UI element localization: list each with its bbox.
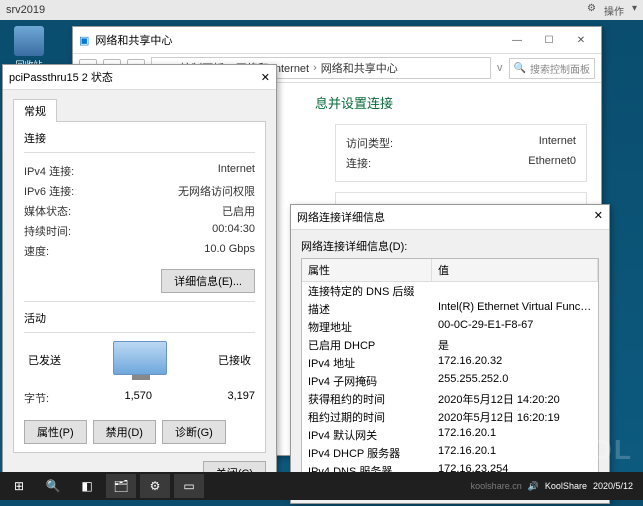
koolshare-url: koolshare.cn <box>471 481 522 491</box>
koolshare-label: KoolShare <box>545 481 587 491</box>
status-row: 持续时间:00:04:30 <box>24 221 255 241</box>
dialog-title: pciPassthru15 2 状态 <box>9 69 113 85</box>
shield-icon: ▣ <box>79 34 89 47</box>
watermark: KOOL <box>544 434 633 466</box>
close-button[interactable]: ✕ <box>567 31 595 49</box>
search-button[interactable]: 🔍 <box>38 474 68 498</box>
window-title: 网络和共享中心 <box>95 32 172 48</box>
connection-status-dialog: pciPassthru15 2 状态 ✕ 常规 连接 IPv4 连接:Inter… <box>2 64 277 478</box>
bytes-sent: 1,570 <box>49 390 227 406</box>
details-row[interactable]: 已启用 DHCP是 <box>302 336 598 354</box>
details-row[interactable]: 连接特定的 DNS 后缀 <box>302 282 598 300</box>
bytes-recv: 3,197 <box>227 390 255 406</box>
clock[interactable]: 2020/5/12 <box>593 481 633 491</box>
details-label: 网络连接详细信息(D): <box>301 238 599 254</box>
search-input[interactable]: 🔍 搜索控制面板 <box>509 58 595 79</box>
status-row: IPv4 连接:Internet <box>24 161 255 181</box>
close-icon[interactable]: ✕ <box>594 209 603 225</box>
remote-title: srv2019 <box>6 4 45 16</box>
minimize-button[interactable]: — <box>503 31 531 49</box>
taskview-button[interactable]: ◧ <box>72 474 102 498</box>
status-row: 速度:10.0 Gbps <box>24 241 255 261</box>
chevron-down-icon[interactable]: ▾ <box>632 3 637 18</box>
status-row: IPv6 连接:无网络访问权限 <box>24 181 255 201</box>
disable-button[interactable]: 禁用(D) <box>93 420 156 444</box>
details-row[interactable]: IPv4 子网掩码255.255.252.0 <box>302 372 598 390</box>
section-activity: 活动 <box>24 310 255 326</box>
explorer-taskbar-icon[interactable]: 🗂 <box>106 474 136 498</box>
gear-icon[interactable]: ⚙ <box>587 3 596 18</box>
system-tray[interactable]: koolshare.cn 🔊 KoolShare 2020/5/12 <box>471 481 639 492</box>
start-button[interactable]: ⊞ <box>4 474 34 498</box>
page-title: 息并设置连接 <box>315 93 587 112</box>
diagnose-button[interactable]: 诊断(G) <box>162 420 226 444</box>
network-box-1: 访问类型:Internet 连接:Ethernet0 <box>335 124 587 182</box>
activity-icon <box>113 341 167 375</box>
search-icon: 🔍 <box>514 63 526 74</box>
details-row[interactable]: 描述Intel(R) Ethernet Virtual Function 700… <box>302 300 598 318</box>
sent-label: 已发送 <box>28 352 61 368</box>
properties-button[interactable]: 属性(P) <box>24 420 87 444</box>
details-row[interactable]: 获得租约的时间2020年5月12日 14:20:20 <box>302 390 598 408</box>
status-row: 媒体状态:已启用 <box>24 201 255 221</box>
details-row[interactable]: 租约过期的时间2020年5月12日 16:20:19 <box>302 408 598 426</box>
ethernet0-link[interactable]: Ethernet0 <box>528 155 576 171</box>
details-row[interactable]: IPv4 地址172.16.20.32 <box>302 354 598 372</box>
desktop: 回收站 442... ▣ 网络和共享中心 — ☐ ✕ ◄ ► ▲ ▣ › <box>0 20 643 500</box>
dialog-title: 网络连接详细信息 <box>297 209 385 225</box>
details-button[interactable]: 详细信息(E)... <box>161 269 255 293</box>
recv-label: 已接收 <box>218 352 251 368</box>
settings-taskbar-icon[interactable]: ⚙ <box>140 474 170 498</box>
tab-general[interactable]: 常规 <box>13 99 57 122</box>
remote-titlebar: srv2019 ⚙ 操作 ▾ <box>0 0 643 20</box>
section-connection: 连接 <box>24 130 255 146</box>
taskbar: ⊞ 🔍 ◧ 🗂 ⚙ ▭ koolshare.cn 🔊 KoolShare 202… <box>0 472 643 500</box>
close-icon[interactable]: ✕ <box>261 71 270 84</box>
col-value[interactable]: 值 <box>432 259 598 281</box>
ops-label[interactable]: 操作 <box>604 3 624 18</box>
col-property[interactable]: 属性 <box>302 259 432 281</box>
details-row[interactable]: 物理地址00-0C-29-E1-F8-67 <box>302 318 598 336</box>
maximize-button[interactable]: ☐ <box>535 31 563 49</box>
window-taskbar-icon[interactable]: ▭ <box>174 474 204 498</box>
